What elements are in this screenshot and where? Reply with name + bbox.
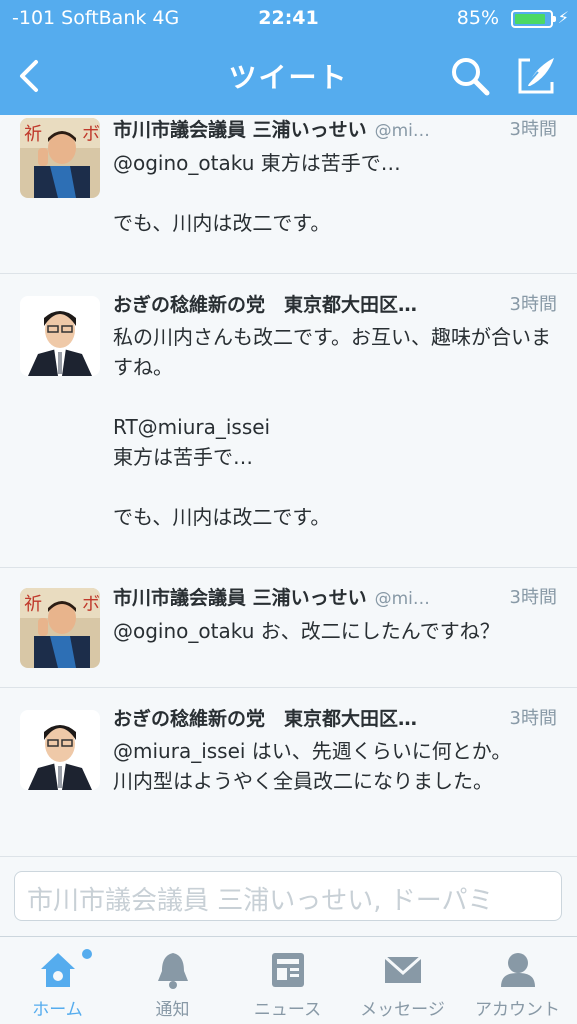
author-name[interactable]: おぎの稔維新の党 東京都大田区… [113,294,417,316]
reply-bar: 市川市議会議員 三浦いっせい, ドーパミ [0,856,577,936]
search-icon[interactable] [450,56,490,96]
tweet-text: @ogino_otaku お、改二にしたんですね？ [113,619,500,643]
tweet-time: 3時間 [509,708,557,729]
avatar[interactable] [20,296,100,376]
svg-text:ボ: ボ [82,124,100,145]
tweet-text: @miura_issei はい、先週くらいに何とか。 川内型はようやく全員改二に… [113,739,512,793]
tab-notifications[interactable]: 通知 [115,937,230,1024]
author-handle[interactable]: @mi… [375,589,430,609]
reply-input[interactable]: 市川市議会議員 三浦いっせい, ドーパミ [14,871,562,921]
tab-label: 通知 [155,1000,190,1020]
compose-icon[interactable] [516,54,558,96]
home-icon [41,953,75,987]
tweet-time: 3時間 [509,294,557,315]
svg-text:祈: 祈 [24,124,42,145]
svg-text:祈: 祈 [24,594,42,615]
tweet-header: おぎの稔維新の党 東京都大田区… 3時間 [113,290,557,320]
tweet-thread: 祈 ボ 市川市議会議員 三浦いっせい @mi… 3時間 @ogino_otaku … [0,115,577,856]
news-icon [272,953,304,987]
tab-account[interactable]: アカウント [460,937,575,1024]
tweet-header: おぎの稔維新の党 東京都大田区… 3時間 [113,704,557,734]
author-name[interactable]: 市川市議会議員 三浦いっせい [113,119,367,141]
tab-news[interactable]: ニュース [230,937,345,1024]
tweet-item[interactable]: おぎの稔維新の党 東京都大田区… 3時間 私の川内さんも改二です。お互い、趣味が… [0,274,577,568]
tweet-text: 私の川内さんも改二です。お互い、趣味が合いますね。 RT@miura_issei… [113,325,551,529]
unread-dot [82,949,92,959]
author-name[interactable]: おぎの稔維新の党 東京都大田区… [113,708,417,730]
tab-label: メッセージ [360,1000,445,1020]
battery-percent: 85% [456,7,499,29]
author-handle[interactable]: @mi… [375,121,430,141]
tweet-text: @ogino_otaku 東方は苦手で… でも、川内は改二です。 [113,151,401,235]
battery-icon [511,10,556,28]
tweet-time: 3時間 [509,587,557,608]
avatar[interactable]: 祈 ボ [20,588,100,668]
tab-label: ホーム [32,1000,83,1020]
tweet-item[interactable]: 祈 ボ 市川市議会議員 三浦いっせい @mi… 3時間 @ogino_otaku … [0,115,577,274]
person-icon [501,953,535,987]
charging-icon: ⚡ [557,8,569,27]
nav-bar: ツイート [0,38,577,115]
envelope-icon [384,955,422,983]
page-title: ツイート [228,61,349,94]
status-bar: -101 SoftBank 4G 22:41 85% ⚡ [0,0,577,38]
tab-messages[interactable]: メッセージ [345,937,460,1024]
tab-label: ニュース [253,1000,322,1020]
tweet-item[interactable]: 祈 ボ 市川市議会議員 三浦いっせい @mi… 3時間 @ogino_otaku … [0,568,577,688]
svg-text:ボ: ボ [82,594,100,615]
author-name[interactable]: 市川市議会議員 三浦いっせい [113,587,367,609]
tab-label: アカウント [475,1000,560,1020]
tweet-time: 3時間 [509,119,557,140]
avatar[interactable]: 祈 ボ [20,118,100,198]
avatar[interactable] [20,710,100,790]
tweet-header: 市川市議会議員 三浦いっせい @mi… 3時間 [113,115,557,145]
tweet-header: 市川市議会議員 三浦いっせい @mi… 3時間 [113,583,557,613]
tab-home[interactable]: ホーム [0,937,115,1024]
bell-icon [158,953,188,989]
tab-bar: ホーム 通知 ニュース メッセージ アカウント [0,936,577,1024]
tweet-item[interactable]: おぎの稔維新の党 東京都大田区… 3時間 @miura_issei はい、先週く… [0,688,577,856]
